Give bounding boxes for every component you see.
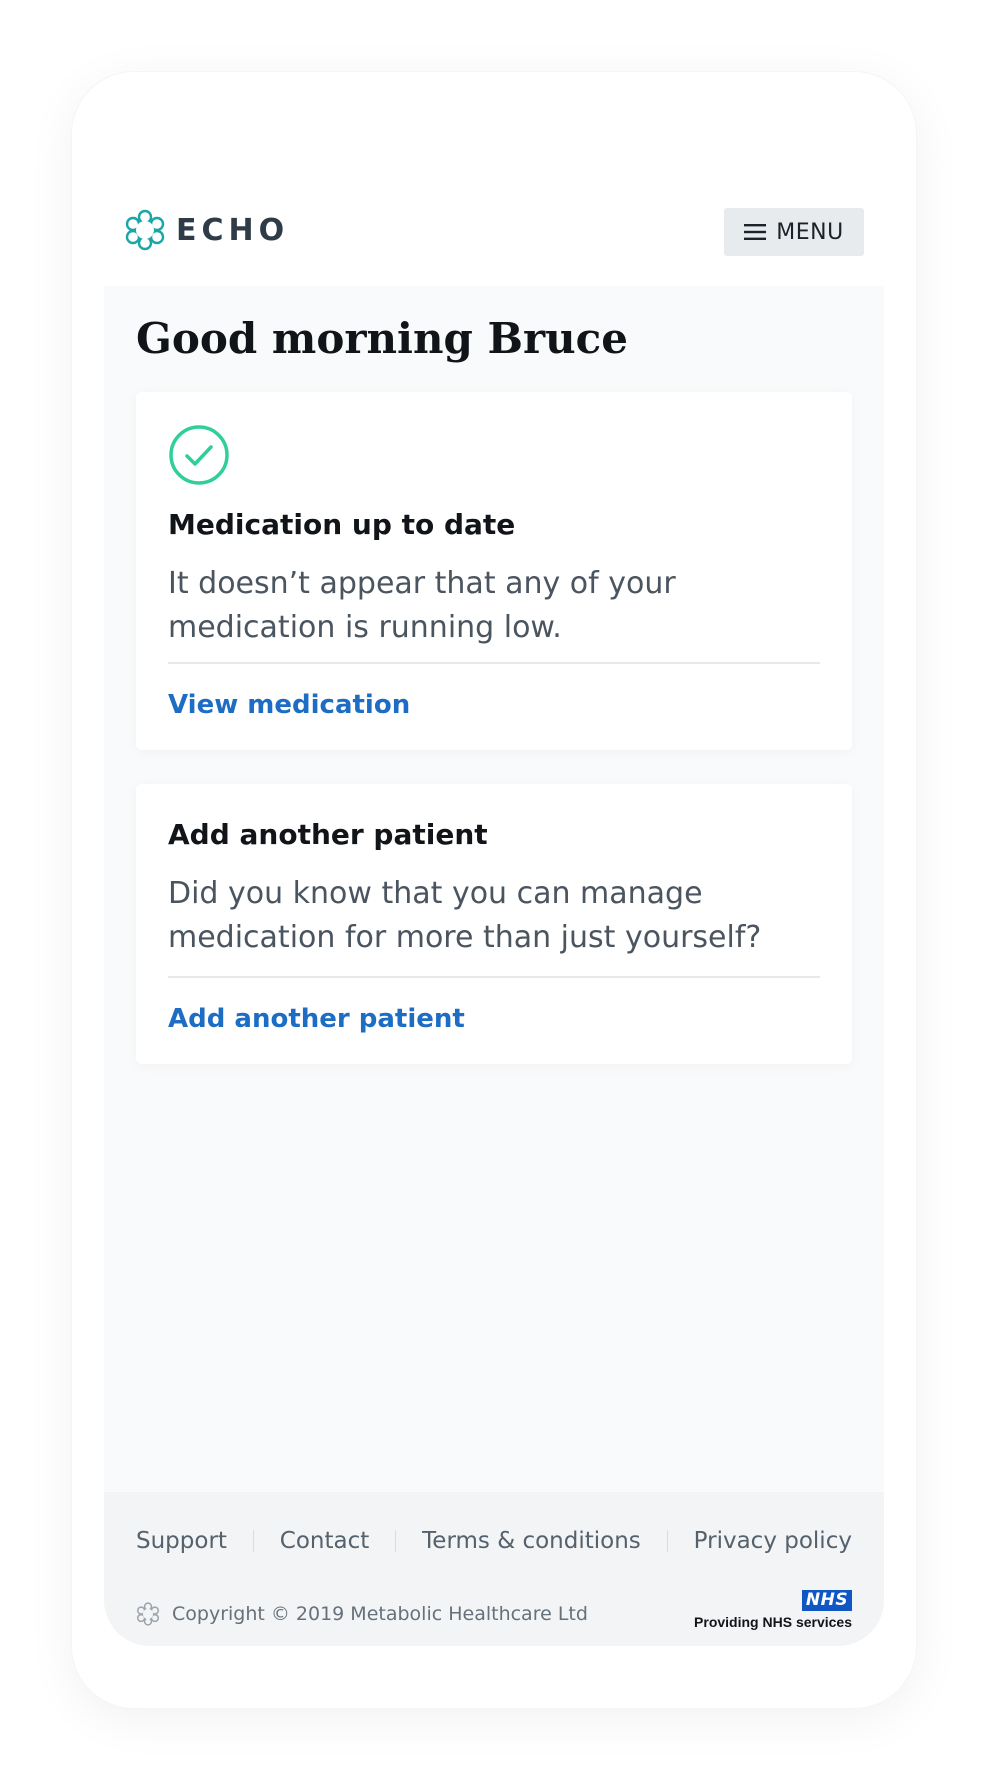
menu-label: MENU <box>776 219 844 245</box>
page-title: Good morning Bruce <box>136 314 628 363</box>
echo-logo-icon <box>125 209 165 251</box>
card-divider <box>168 662 820 664</box>
nhs-badge: NHS Providing NHS services <box>694 1590 852 1630</box>
footer: Support Contact Terms & conditions Priva… <box>104 1492 884 1646</box>
view-medication-link[interactable]: View medication <box>168 690 410 720</box>
footer-link-contact[interactable]: Contact <box>280 1528 369 1554</box>
card-description: It doesn’t appear that any of your medic… <box>168 566 676 645</box>
hamburger-icon <box>744 224 767 240</box>
menu-button[interactable]: MENU <box>724 208 864 256</box>
brand[interactable]: ECHO <box>124 209 289 251</box>
app-screen: ECHO MENU Good morning Bruce Medication … <box>104 134 884 1646</box>
copyright: Copyright © 2019 Metabolic Healthcare Lt… <box>136 1602 588 1626</box>
footer-divider <box>395 1530 397 1552</box>
brand-name: ECHO <box>176 212 290 248</box>
footer-link-support[interactable]: Support <box>136 1528 227 1554</box>
add-another-patient-link[interactable]: Add another patient <box>168 1004 465 1034</box>
card-title: Add another patient <box>168 818 488 851</box>
footer-link-terms[interactable]: Terms & conditions <box>422 1528 641 1554</box>
footer-link-privacy[interactable]: Privacy policy <box>694 1528 852 1554</box>
nhs-logo: NHS <box>802 1590 852 1611</box>
medication-status-card: Medication up to date It doesn’t appear … <box>136 392 852 750</box>
card-description: Did you know that you can manage medicat… <box>168 876 762 955</box>
phone-frame: ECHO MENU Good morning Bruce Medication … <box>72 72 916 1708</box>
copyright-text: Copyright © 2019 Metabolic Healthcare Lt… <box>172 1603 588 1625</box>
footer-divider <box>252 1530 254 1552</box>
footer-divider <box>666 1530 668 1552</box>
echo-logo-small-icon <box>136 1602 160 1626</box>
add-patient-card: Add another patient Did you know that yo… <box>136 784 852 1064</box>
nhs-services-text: Providing NHS services <box>694 1614 852 1630</box>
check-circle-icon <box>169 425 229 485</box>
top-bar: ECHO MENU <box>104 134 884 286</box>
card-title: Medication up to date <box>168 508 516 541</box>
card-divider <box>168 976 820 978</box>
footer-links: Support Contact Terms & conditions Priva… <box>136 1528 852 1554</box>
